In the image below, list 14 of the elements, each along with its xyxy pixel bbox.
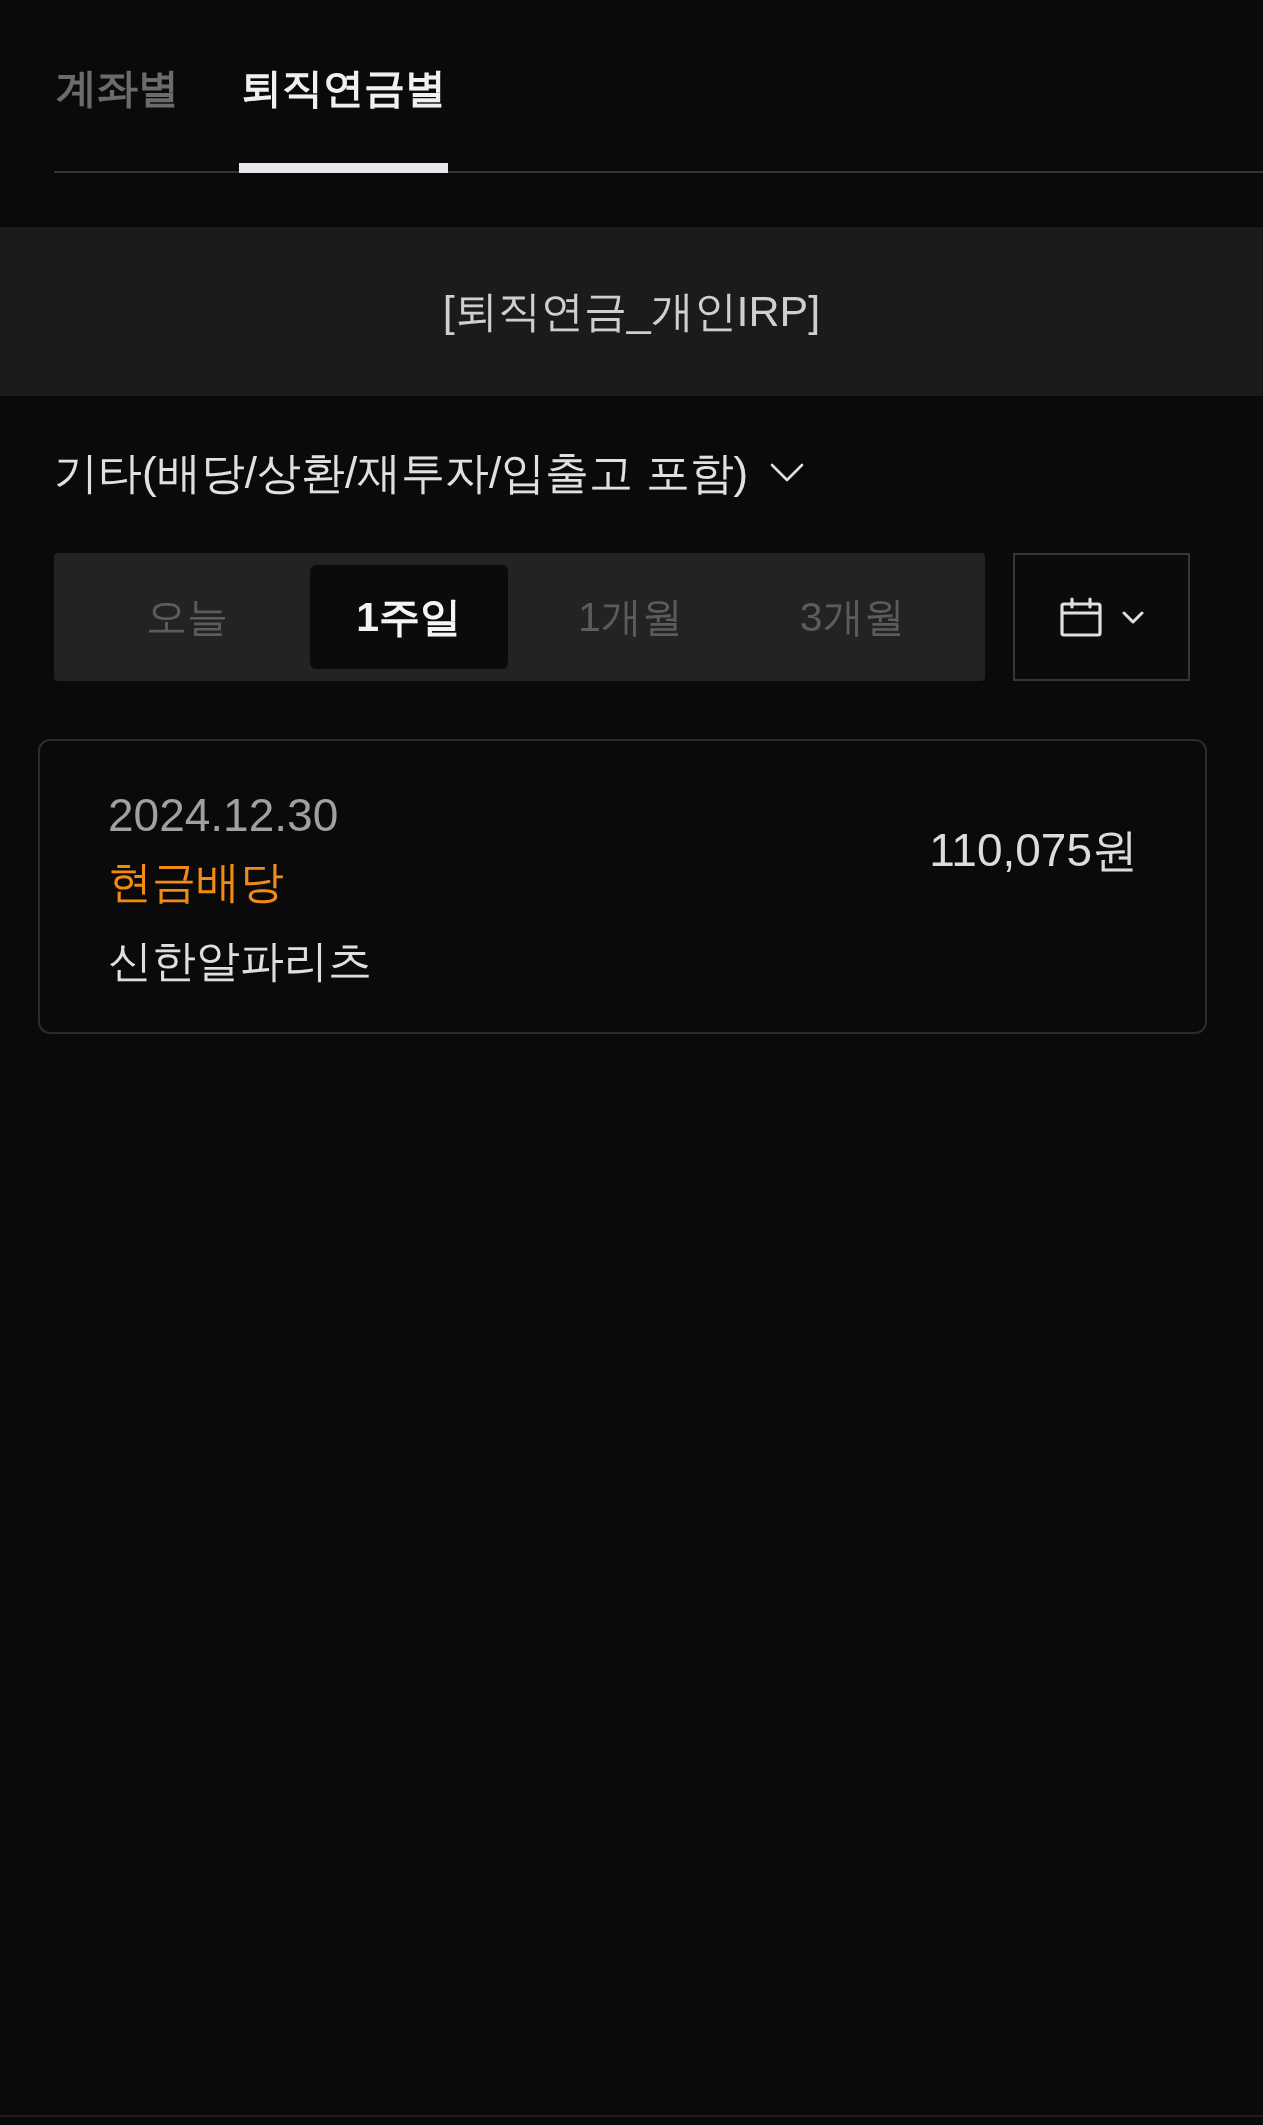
transaction-card[interactable]: 2024.12.30 현금배당 신한알파리츠 110,075원 (38, 739, 1207, 1034)
transaction-date: 2024.12.30 (108, 789, 340, 841)
chevron-down-icon (770, 463, 805, 483)
tab[interactable]: 계좌별 (54, 60, 181, 173)
transaction-amount: 110,075원 (929, 824, 1138, 876)
period-option[interactable]: 1주일 (309, 565, 508, 669)
tab[interactable]: 퇴직연금별 (239, 60, 448, 173)
date-picker-button[interactable] (1013, 553, 1190, 681)
account-title: [퇴직연금_개인IRP] (442, 285, 821, 337)
security-name: 신한알파리츠 (108, 935, 372, 987)
filter-dropdown[interactable]: 기타(배당/상환/재투자/입출고 포함) (54, 448, 805, 498)
calendar-icon (1059, 597, 1102, 637)
chevron-down-icon (1121, 610, 1144, 624)
transaction-type: 현금배당 (108, 856, 285, 908)
